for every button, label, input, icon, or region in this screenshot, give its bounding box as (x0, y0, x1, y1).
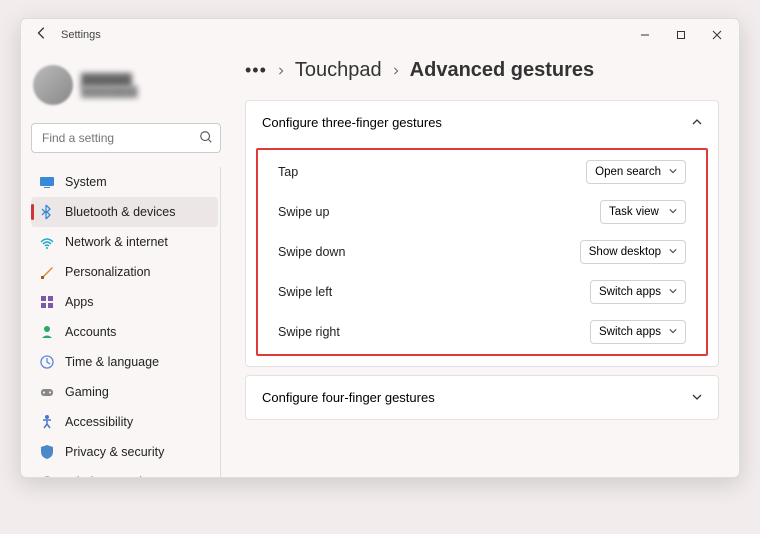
gesture-label: Swipe right (278, 325, 340, 339)
sidebar-item-bluetooth-devices[interactable]: Bluetooth & devices (31, 197, 218, 227)
accessibility-icon (39, 414, 55, 430)
settings-window: Settings ██████ ████████ (20, 18, 740, 478)
user-block[interactable]: ██████ ████████ (31, 51, 221, 123)
section-header-three[interactable]: Configure three-finger gestures (246, 101, 718, 144)
content: ••• Touchpad Advanced gestures Configure… (231, 51, 739, 477)
gesture-label: Swipe down (278, 245, 345, 259)
user-name: ██████ (81, 73, 138, 87)
gesture-row-tap: Tap Open search (260, 152, 704, 192)
breadcrumb-more-icon[interactable]: ••• (245, 60, 267, 81)
gesture-dropdown-tap[interactable]: Open search (586, 160, 686, 184)
sidebar-item-label: Network & internet (65, 235, 168, 249)
sidebar-item-network[interactable]: Network & internet (31, 227, 218, 257)
breadcrumb-parent[interactable]: Touchpad (295, 59, 382, 82)
sidebar-item-label: Personalization (65, 265, 150, 279)
sidebar-item-label: Apps (65, 295, 94, 309)
person-icon (39, 324, 55, 340)
dropdown-value: Show desktop (589, 246, 661, 258)
chevron-down-icon (669, 286, 677, 298)
gesture-label: Swipe up (278, 205, 329, 219)
sidebar-item-time-language[interactable]: Time & language (31, 347, 218, 377)
sidebar-item-windows-update[interactable]: Windows Update (31, 467, 218, 477)
sidebar-item-privacy-security[interactable]: Privacy & security (31, 437, 218, 467)
gesture-row-swipe-down: Swipe down Show desktop (260, 232, 704, 272)
page-title: Advanced gestures (410, 59, 595, 82)
gesture-label: Swipe left (278, 285, 332, 299)
sidebar-item-label: System (65, 175, 107, 189)
sidebar-item-gaming[interactable]: Gaming (31, 377, 218, 407)
clock-globe-icon (39, 354, 55, 370)
display-icon (39, 174, 55, 190)
gesture-label: Tap (278, 165, 298, 179)
chevron-right-icon (277, 62, 285, 80)
dropdown-value: Switch apps (599, 286, 661, 298)
sidebar-item-personalization[interactable]: Personalization (31, 257, 218, 287)
gesture-dropdown-swipe-left[interactable]: Switch apps (590, 280, 686, 304)
section-title: Configure three-finger gestures (262, 115, 442, 130)
sidebar-item-apps[interactable]: Apps (31, 287, 218, 317)
titlebar: Settings (21, 19, 739, 51)
app-title: Settings (61, 29, 101, 41)
chevron-down-icon (669, 166, 677, 178)
section-title: Configure four-finger gestures (262, 390, 435, 405)
sidebar-item-label: Time & language (65, 355, 159, 369)
section-four-finger: Configure four-finger gestures (245, 375, 719, 420)
back-icon[interactable] (35, 26, 49, 45)
section-header-four[interactable]: Configure four-finger gestures (246, 376, 718, 419)
shield-icon (39, 444, 55, 460)
highlight-box: Tap Open search Swipe up Task view (256, 148, 708, 356)
section-three-finger: Configure three-finger gestures Tap Open… (245, 100, 719, 367)
sidebar-item-accessibility[interactable]: Accessibility (31, 407, 218, 437)
sidebar-item-label: Windows Update (65, 475, 160, 477)
gesture-row-swipe-up: Swipe up Task view (260, 192, 704, 232)
sidebar-item-label: Accessibility (65, 415, 133, 429)
gamepad-icon (39, 384, 55, 400)
apps-icon (39, 294, 55, 310)
gesture-dropdown-swipe-right[interactable]: Switch apps (590, 320, 686, 344)
sidebar-item-label: Gaming (65, 385, 109, 399)
search-icon (199, 130, 213, 149)
brush-icon (39, 264, 55, 280)
chevron-down-icon (692, 390, 702, 405)
dropdown-value: Open search (595, 166, 661, 178)
search-input[interactable] (31, 123, 221, 153)
sidebar-item-label: Bluetooth & devices (65, 205, 176, 219)
user-email: ████████ (81, 87, 138, 98)
sidebar-item-label: Privacy & security (65, 445, 164, 459)
gesture-row-swipe-left: Swipe left Switch apps (260, 272, 704, 312)
nav: System Bluetooth & devices Network & int… (31, 167, 221, 477)
sidebar: ██████ ████████ System Bluetooth & devic… (21, 51, 231, 477)
update-icon (39, 474, 55, 477)
sidebar-item-system[interactable]: System (31, 167, 218, 197)
chevron-down-icon (669, 206, 677, 218)
avatar (33, 65, 73, 105)
chevron-right-icon (392, 62, 400, 80)
chevron-down-icon (669, 246, 677, 258)
gesture-dropdown-swipe-down[interactable]: Show desktop (580, 240, 686, 264)
maximize-button[interactable] (663, 21, 699, 49)
chevron-down-icon (669, 326, 677, 338)
wifi-icon (39, 234, 55, 250)
gesture-row-swipe-right: Swipe right Switch apps (260, 312, 704, 352)
gesture-dropdown-swipe-up[interactable]: Task view (600, 200, 686, 224)
chevron-up-icon (692, 115, 702, 130)
dropdown-value: Switch apps (599, 326, 661, 338)
sidebar-item-label: Accounts (65, 325, 116, 339)
close-button[interactable] (699, 21, 735, 49)
sidebar-item-accounts[interactable]: Accounts (31, 317, 218, 347)
search-box (31, 123, 221, 153)
minimize-button[interactable] (627, 21, 663, 49)
breadcrumb: ••• Touchpad Advanced gestures (245, 59, 719, 82)
bluetooth-icon (39, 204, 55, 220)
dropdown-value: Task view (609, 206, 659, 218)
